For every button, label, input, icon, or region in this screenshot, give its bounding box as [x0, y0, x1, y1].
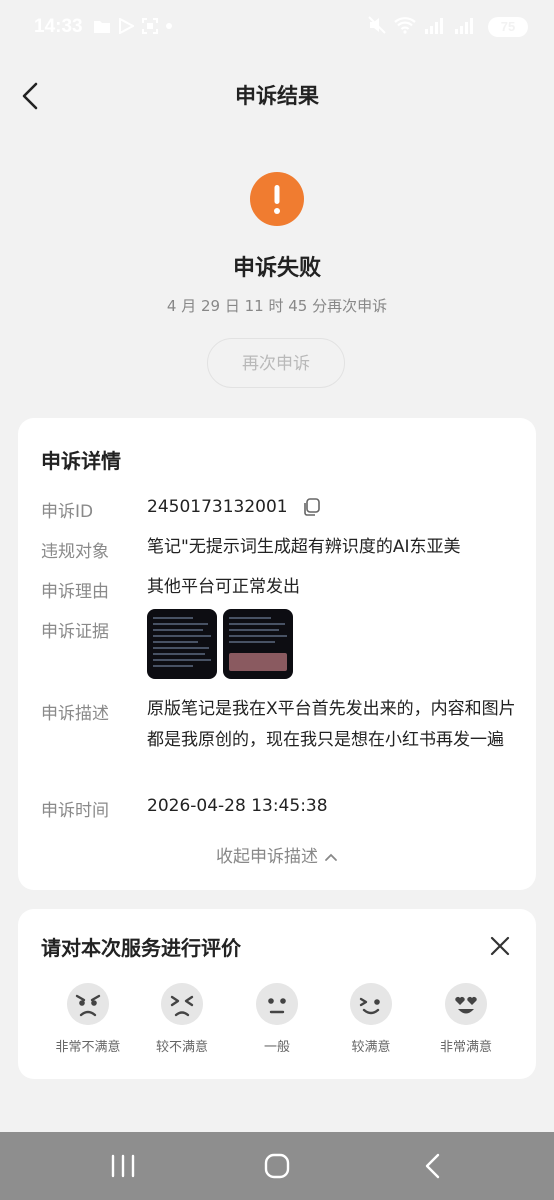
mute-icon: [368, 16, 386, 34]
recent-apps-icon: [111, 1154, 135, 1178]
warning-icon: [250, 172, 304, 226]
rating-option-satisfied[interactable]: 较满意: [326, 983, 416, 1055]
neutral-face-icon: [256, 983, 298, 1025]
scan-icon: [142, 18, 158, 34]
rating-label: 较不满意: [155, 1040, 208, 1055]
system-nav-bar: [0, 1132, 554, 1200]
signal-icon: [425, 18, 443, 34]
play-store-icon: [119, 18, 134, 34]
evidence-image-1[interactable]: [147, 609, 217, 679]
top-nav: 申诉结果: [0, 66, 554, 126]
rating-option-very-unsatisfied[interactable]: 非常不满意: [43, 983, 133, 1055]
service-rating-card: 请对本次服务进行评价 非常不满意 较不满意 一般 较满意 非常满意: [18, 909, 536, 1079]
chevron-up-icon: [325, 853, 337, 861]
very-unsatisfied-face-icon: [67, 983, 109, 1025]
home-button[interactable]: [262, 1152, 292, 1180]
status-bar: 14:33 75: [0, 0, 554, 56]
copy-icon[interactable]: [301, 497, 321, 517]
evidence-image-2[interactable]: [223, 609, 293, 679]
retry-appeal-button[interactable]: 再次申诉: [207, 338, 345, 388]
rating-option-very-satisfied[interactable]: 非常满意: [421, 983, 511, 1055]
signal-icon-2: [455, 18, 473, 34]
status-time: 14:33: [34, 16, 83, 37]
close-icon: [490, 936, 510, 956]
detail-label: 申诉ID: [41, 502, 94, 522]
home-icon: [264, 1153, 290, 1179]
wifi-icon: [394, 17, 416, 34]
appeal-id-value: 2450173132001: [147, 497, 288, 517]
collapse-description-toggle[interactable]: 收起申诉描述: [18, 842, 536, 867]
result-subtitle: 4 月 29 日 11 时 45 分再次申诉: [166, 297, 388, 315]
page-title: 申诉结果: [235, 84, 319, 108]
very-satisfied-face-icon: [445, 983, 487, 1025]
violation-target-value: 笔记"无提示词生成超有辨识度的AI东亚美: [147, 537, 461, 557]
close-rating-button[interactable]: [488, 934, 512, 958]
rating-title: 请对本次服务进行评价: [41, 936, 241, 960]
rating-label: 非常不满意: [55, 1040, 121, 1055]
rating-option-neutral[interactable]: 一般: [232, 983, 322, 1055]
appeal-details-card: 申诉详情 申诉ID 2450173132001 违规对象 笔记"无提示词生成超有…: [18, 418, 536, 890]
appeal-reason-value: 其他平台可正常发出: [147, 577, 300, 597]
rating-label: 非常满意: [439, 1040, 492, 1055]
detail-label: 申诉理由: [41, 582, 109, 602]
rating-option-unsatisfied[interactable]: 较不满意: [137, 983, 227, 1055]
details-title: 申诉详情: [41, 449, 121, 473]
detail-label: 申诉描述: [41, 704, 109, 724]
result-title: 申诉失败: [232, 256, 321, 281]
recent-apps-button[interactable]: [108, 1152, 138, 1180]
folder-icon: [94, 21, 110, 33]
collapse-label: 收起申诉描述: [216, 847, 318, 867]
satisfied-face-icon: [350, 983, 392, 1025]
appeal-time-value: 2026-04-28 13:45:38: [147, 796, 328, 816]
detail-label: 违规对象: [41, 542, 109, 562]
battery-indicator: 75: [488, 17, 528, 37]
dot-icon: [166, 23, 172, 29]
rating-label: 较满意: [351, 1040, 391, 1055]
system-back-button[interactable]: [418, 1152, 448, 1180]
detail-label: 申诉证据: [41, 622, 109, 642]
rating-label: 一般: [263, 1040, 290, 1055]
unsatisfied-face-icon: [161, 983, 203, 1025]
appeal-description-value: 原版笔记是我在X平台首先发出来的，内容和图片都是我原创的，现在我只是想在小红书再…: [147, 699, 516, 750]
detail-label: 申诉时间: [41, 801, 109, 821]
back-icon: [425, 1153, 440, 1179]
